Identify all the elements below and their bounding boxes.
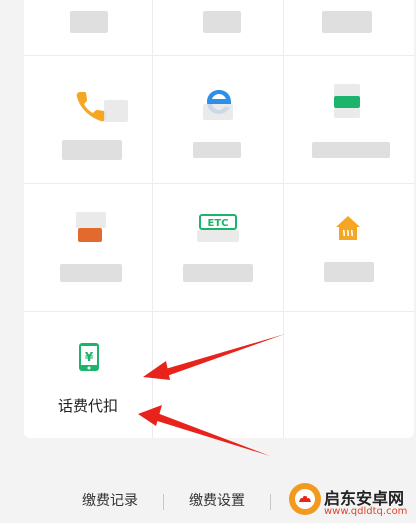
site-watermark: 启东安卓网 www.qdldtq.com: [282, 476, 416, 523]
footer-divider: [163, 494, 164, 510]
footer-divider: [270, 494, 271, 510]
annotation-arrows: [138, 334, 285, 456]
payment-records-link[interactable]: 缴费记录: [82, 490, 138, 510]
watermark-logo-icon: [289, 483, 321, 515]
watermark-url: www.qdldtq.com: [324, 506, 408, 517]
payment-settings-link[interactable]: 缴费设置: [189, 490, 245, 510]
arrow-head-lower: [138, 405, 162, 426]
arrow-head-upper: [143, 361, 170, 380]
arrow-shaft-upper: [162, 334, 285, 377]
arrow-shaft-lower: [154, 413, 270, 456]
